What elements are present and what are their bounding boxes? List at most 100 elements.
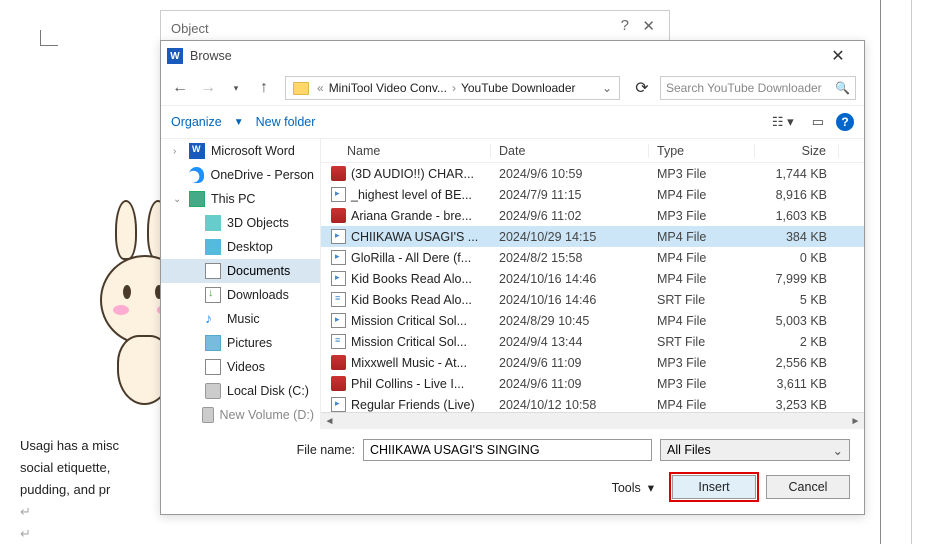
tree-item[interactable]: Pictures: [161, 331, 320, 355]
mp4-file-icon: [331, 313, 346, 328]
recent-dropdown[interactable]: ▾: [225, 77, 247, 99]
mp4-file-icon: [331, 187, 346, 202]
preview-pane-button[interactable]: ▭: [812, 114, 824, 130]
file-row[interactable]: Kid Books Read Alo...2024/10/16 14:46SRT…: [321, 289, 864, 310]
file-name: Mixxwell Music - At...: [351, 356, 467, 370]
cloud-icon: [189, 167, 205, 183]
file-date: 2024/10/12 10:58: [491, 398, 649, 412]
file-row[interactable]: Ariana Grande - bre...2024/9/6 11:02MP3 …: [321, 205, 864, 226]
file-size: 5,003 KB: [755, 314, 839, 328]
file-date: 2024/8/2 15:58: [491, 251, 649, 265]
column-date[interactable]: Date: [491, 144, 649, 158]
search-input[interactable]: Search YouTube Downloader 🔍: [660, 76, 856, 100]
tree-item[interactable]: Documents: [161, 259, 320, 283]
mp3-file-icon: [331, 166, 346, 181]
organize-button[interactable]: Organize: [171, 115, 222, 129]
file-row[interactable]: Mission Critical Sol...2024/8/29 10:45MP…: [321, 310, 864, 331]
tools-dropdown[interactable]: Tools ▾: [612, 480, 654, 495]
refresh-button[interactable]: ⟳: [630, 76, 654, 100]
file-row[interactable]: Mixxwell Music - At...2024/9/6 11:09MP3 …: [321, 352, 864, 373]
help-button[interactable]: ?: [836, 113, 854, 131]
file-name: Regular Friends (Live): [351, 398, 475, 412]
tree-item[interactable]: ♪ Music: [161, 307, 320, 331]
file-date: 2024/9/6 11:02: [491, 209, 649, 223]
help-icon[interactable]: ?: [621, 17, 629, 34]
file-list-header[interactable]: Name Date Type Size: [321, 139, 864, 163]
column-name[interactable]: Name: [321, 144, 491, 158]
file-date: 2024/10/16 14:46: [491, 272, 649, 286]
disk-icon: [205, 383, 221, 399]
up-button[interactable]: ↑: [253, 77, 275, 99]
file-name: (3D AUDIO!!) CHAR...: [351, 167, 474, 181]
file-size: 5 KB: [755, 293, 839, 307]
file-name-label: File name:: [175, 443, 355, 457]
close-icon[interactable]: ✕: [642, 17, 655, 35]
horizontal-scrollbar[interactable]: ◄ ►: [321, 412, 864, 429]
mp3-file-icon: [331, 208, 346, 223]
breadcrumb-dropdown-icon[interactable]: ⌄: [599, 81, 615, 95]
scroll-right-icon[interactable]: ►: [847, 413, 864, 430]
file-name: Kid Books Read Alo...: [351, 272, 472, 286]
file-date: 2024/9/6 10:59: [491, 167, 649, 181]
close-button[interactable]: ✕: [818, 46, 858, 66]
doc-corner-mark: [40, 30, 58, 46]
dialog-title: Browse: [190, 49, 232, 63]
new-folder-button[interactable]: New folder: [256, 115, 316, 129]
file-name: Phil Collins - Live I...: [351, 377, 464, 391]
breadcrumb-seg-2[interactable]: YouTube Downloader: [461, 81, 576, 95]
tree-item[interactable]: >New Volume (D:): [161, 403, 320, 427]
file-size: 8,916 KB: [755, 188, 839, 202]
music-icon: ♪: [205, 311, 221, 327]
file-type: MP3 File: [649, 377, 755, 391]
file-name-input[interactable]: [363, 439, 652, 461]
file-type: MP3 File: [649, 209, 755, 223]
file-size: 2 KB: [755, 335, 839, 349]
column-type[interactable]: Type: [649, 144, 755, 158]
scroll-left-icon[interactable]: ◄: [321, 413, 338, 430]
insert-button[interactable]: Insert: [672, 475, 756, 499]
file-type: MP3 File: [649, 167, 755, 181]
tree-item[interactable]: ›OneDrive - Person: [161, 163, 320, 187]
mp4-file-icon: [331, 229, 346, 244]
tree-item[interactable]: ⌄This PC: [161, 187, 320, 211]
file-row[interactable]: Mission Critical Sol...2024/9/4 13:44SRT…: [321, 331, 864, 352]
file-row[interactable]: Kid Books Read Alo... 2024/10/16 14:46MP4…: [321, 268, 864, 289]
file-row[interactable]: Phil Collins - Live I... 2024/9/6 11:09MP…: [321, 373, 864, 394]
file-name: Kid Books Read Alo...: [351, 293, 472, 307]
tree-item-label: New Volume (D:): [220, 408, 314, 422]
file-size: 1,744 KB: [755, 167, 839, 181]
file-type: SRT File: [649, 293, 755, 307]
desk-icon: [205, 239, 221, 255]
tree-item[interactable]: Desktop: [161, 235, 320, 259]
file-date: 2024/9/6 11:09: [491, 377, 649, 391]
tree-item-label: Music: [227, 312, 260, 326]
file-type: MP4 File: [649, 272, 755, 286]
back-button[interactable]: ←: [169, 77, 191, 99]
mp4-file-icon: [331, 397, 346, 412]
tree-item[interactable]: Videos: [161, 355, 320, 379]
tree-item[interactable]: 3D Objects: [161, 211, 320, 235]
file-type: MP4 File: [649, 314, 755, 328]
view-mode-button[interactable]: ☷ ▾: [772, 114, 794, 130]
breadcrumb-seg-1[interactable]: MiniTool Video Conv...: [329, 81, 447, 95]
cancel-button[interactable]: Cancel: [766, 475, 850, 499]
folder-tree[interactable]: ›Microsoft Word›OneDrive - Person⌄This P…: [161, 139, 321, 429]
file-row[interactable]: CHIIKAWA USAGI'S ...2024/10/29 14:15MP4 …: [321, 226, 864, 247]
breadcrumb[interactable]: « MiniTool Video Conv... › YouTube Downl…: [285, 76, 620, 100]
file-type: MP4 File: [649, 251, 755, 265]
column-size[interactable]: Size: [755, 144, 839, 158]
file-list: Name Date Type Size (3D AUDIO!!) CHAR...…: [321, 139, 864, 429]
search-icon[interactable]: 🔍: [835, 81, 850, 95]
file-row[interactable]: GloRilla - All Dere (f...2024/8/2 15:58M…: [321, 247, 864, 268]
mp3-file-icon: [331, 376, 346, 391]
file-type-filter[interactable]: All Files ⌄: [660, 439, 850, 461]
chevron-down-icon[interactable]: ▼: [234, 117, 244, 128]
file-type: MP4 File: [649, 188, 755, 202]
forward-button[interactable]: →: [197, 77, 219, 99]
tree-item[interactable]: Downloads: [161, 283, 320, 307]
tree-item[interactable]: Local Disk (C:): [161, 379, 320, 403]
file-row[interactable]: (3D AUDIO!!) CHAR... 2024/9/6 10:59MP3 Fi…: [321, 163, 864, 184]
tree-item[interactable]: ›Microsoft Word: [161, 139, 320, 163]
file-row[interactable]: Regular Friends (Live)2024/10/12 10:58MP…: [321, 394, 864, 412]
file-row[interactable]: _highest level of BE...2024/7/9 11:15MP4…: [321, 184, 864, 205]
